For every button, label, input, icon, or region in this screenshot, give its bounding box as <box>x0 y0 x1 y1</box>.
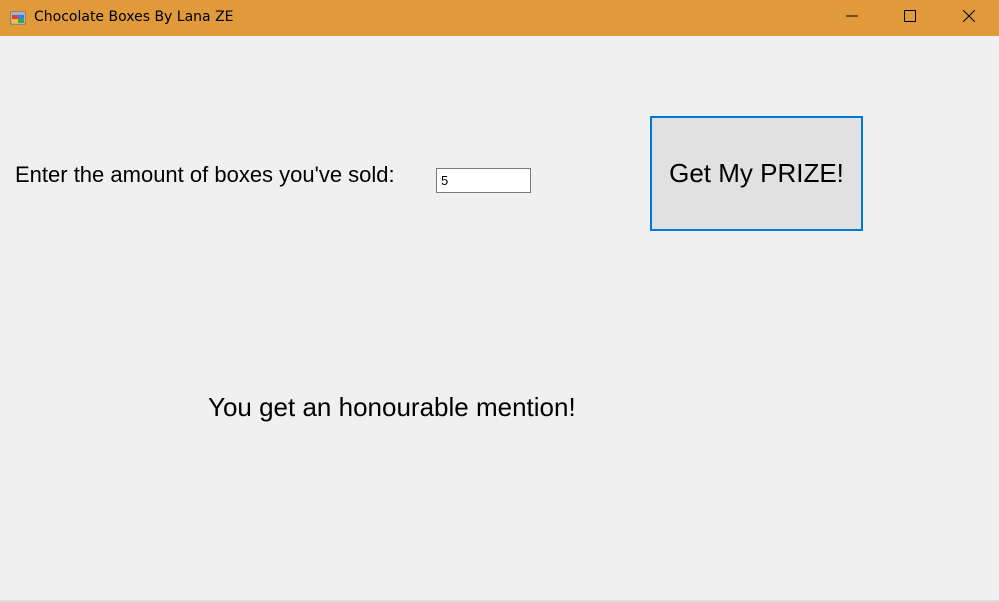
close-button[interactable] <box>940 0 998 36</box>
app-window: Chocolate Boxes By Lana ZE Enter the amo… <box>0 0 999 602</box>
boxes-sold-input[interactable] <box>436 168 531 193</box>
maximize-icon <box>904 9 916 27</box>
minimize-button[interactable] <box>823 0 881 36</box>
maximize-button[interactable] <box>881 0 939 36</box>
get-prize-button[interactable]: Get My PRIZE! <box>650 116 863 231</box>
window-title: Chocolate Boxes By Lana ZE <box>34 9 234 25</box>
minimize-icon <box>846 9 858 27</box>
close-icon <box>962 9 976 27</box>
boxes-sold-label: Enter the amount of boxes you've sold: <box>15 162 395 187</box>
title-bar[interactable]: Chocolate Boxes By Lana ZE <box>0 0 999 36</box>
result-message: You get an honourable mention! <box>208 392 576 422</box>
app-window-icon <box>10 10 26 26</box>
